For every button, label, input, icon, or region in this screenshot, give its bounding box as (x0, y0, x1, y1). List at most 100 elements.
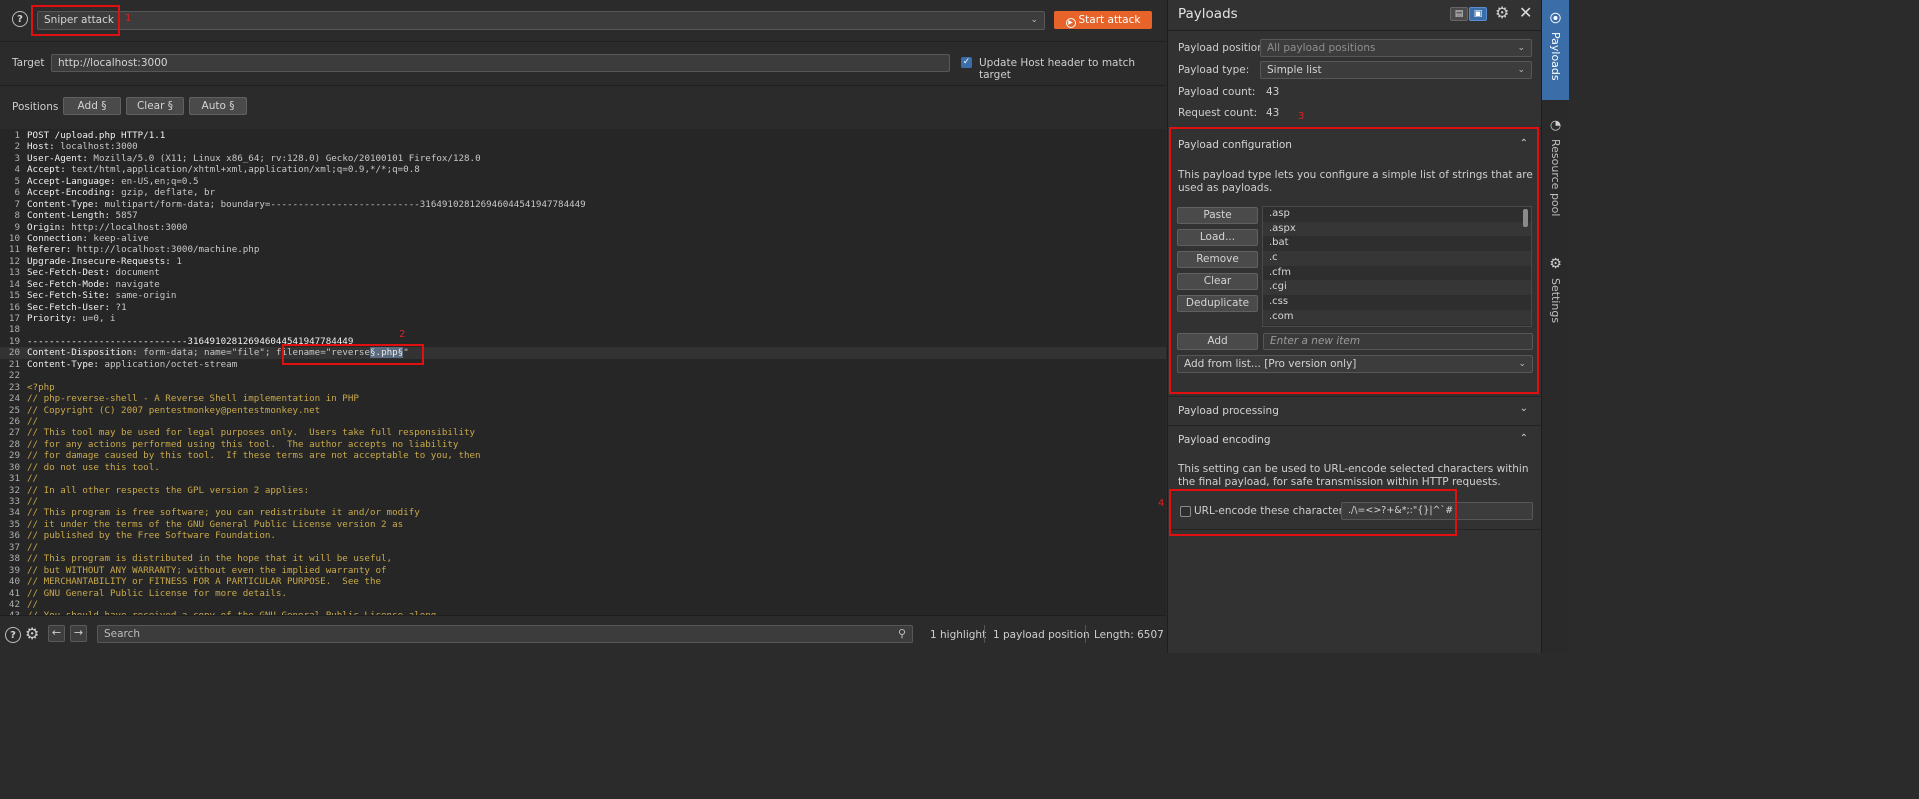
header-value: document (110, 267, 160, 279)
payload-type-select[interactable]: Simple list ⌄ (1260, 61, 1532, 79)
gear-icon[interactable]: ⚙ (25, 624, 39, 643)
header-name: POST /upload.php HTTP/1.1 (27, 130, 166, 141)
split-view-toggle[interactable]: ▣ (1469, 7, 1487, 21)
payload-list-item[interactable]: .aspx (1263, 221, 1531, 237)
code-line: 5 Accept-Language: en-US,en;q=0.5 (0, 176, 1166, 187)
add-marker-button[interactable]: Add § (63, 97, 121, 115)
request-editor[interactable]: 1 POST /upload.php HTTP/1.1 2 Host: localho… (0, 129, 1166, 615)
annotation-box-4 (1169, 489, 1457, 536)
divider (0, 41, 1166, 42)
code-line: 31 // (0, 473, 1166, 484)
line-number: 35 (8, 518, 20, 530)
line-number: 19 (8, 335, 20, 347)
line-text: Origin: http://localhost:3000 (27, 221, 188, 233)
payload-type-label: Payload type: (1178, 64, 1250, 76)
payload-list[interactable]: .asp .aspx .bat .c .cfm .cgi .css .com (1262, 206, 1532, 327)
header-name: Priority (27, 313, 72, 324)
payload-list-item[interactable]: .cgi (1263, 280, 1531, 296)
line-text: POST /upload.php HTTP/1.1 (27, 130, 165, 141)
line-number: 24 (8, 393, 20, 405)
clear-button[interactable]: Clear (1177, 273, 1258, 290)
line-text: // (27, 416, 38, 427)
comment-text: // (27, 541, 39, 553)
payload-processing-section[interactable]: Payload processing ⌄ (1168, 396, 1542, 426)
payload-encoding-description: This setting can be used to URL-encode s… (1178, 463, 1529, 488)
payload-position-value: All payload positions (1267, 42, 1376, 54)
comment-text: // (27, 496, 39, 507)
payload-position-count: 1 payload position (993, 629, 1090, 641)
comment-text: // do not use this tool. (27, 461, 160, 473)
deduplicate-button[interactable]: Deduplicate (1177, 295, 1258, 312)
code-line: 1 POST /upload.php HTTP/1.1 (0, 130, 1166, 141)
line-number: 6 (14, 187, 20, 199)
close-icon[interactable]: ✕ (1519, 3, 1532, 22)
line-number: 28 (8, 438, 20, 450)
forward-button[interactable]: → (70, 625, 87, 642)
payload-encoding-title: Payload encoding (1178, 434, 1271, 446)
new-item-input[interactable]: Enter a new item (1263, 333, 1533, 350)
header-name: Upgrade-Insecure-Requests (27, 255, 166, 267)
payload-list-item[interactable]: .cfm (1263, 266, 1531, 281)
tab-payloads[interactable]: ⦿ Payloads (1542, 0, 1569, 100)
vertical-tab-bar: ⦿ Payloads ◔ Resource pool ⚙ Settings (1541, 0, 1569, 653)
help-icon[interactable]: ? (5, 627, 21, 643)
payload-list-item[interactable]: .asp (1263, 207, 1531, 222)
start-attack-button[interactable]: ▶ Start attack (1054, 11, 1152, 29)
scrollbar[interactable] (1523, 209, 1528, 227)
payload-list-item[interactable]: .css (1263, 295, 1531, 310)
header-name: Sec-Fetch-User (27, 301, 105, 313)
update-host-checkbox[interactable]: ✓ (961, 57, 972, 68)
line-number: 37 (8, 541, 20, 553)
paste-button[interactable]: Paste (1177, 207, 1258, 224)
line-number: 22 (8, 370, 20, 382)
payload-count-value: 43 (1266, 86, 1280, 98)
chevron-down-icon: ⌄ (1517, 43, 1525, 53)
auto-marker-button[interactable]: Auto § (189, 97, 247, 115)
comment-text: // but WITHOUT ANY WARRANTY; without eve… (27, 564, 387, 576)
tab-resource-pool[interactable]: ◔ Resource pool (1542, 112, 1569, 232)
search-input[interactable]: Search ⚲ (97, 625, 913, 643)
annotation-number-2: 2 (399, 329, 406, 340)
header-value: gzip, deflate, br (115, 187, 216, 199)
line-text: Content-Type: multipart/form-data; bound… (27, 198, 586, 210)
add-from-list-select[interactable]: Add from list... [Pro version only] ⌄ (1177, 355, 1533, 373)
code-line: 6 Accept-Encoding: gzip, deflate, br (0, 187, 1166, 198)
load-button[interactable]: Load... (1177, 229, 1258, 246)
payload-list-item[interactable]: .c (1263, 251, 1531, 266)
annotation-box-2 (282, 344, 424, 365)
header-value: form-data; name="file"; (137, 347, 276, 359)
payload-processing-title: Payload processing (1178, 405, 1279, 417)
chevron-up-icon[interactable]: ⌃ (1520, 433, 1528, 444)
line-text: Referer: http://localhost:3000/machine.p… (27, 244, 260, 256)
code-line: 40 // MERCHANTABILITY or FITNESS FOR A PA… (0, 576, 1166, 587)
payload-position-select[interactable]: All payload positions ⌄ (1260, 39, 1532, 57)
help-icon[interactable]: ? (12, 11, 28, 27)
attack-type-select[interactable]: Sniper attack ⌄ (37, 11, 1045, 30)
back-button[interactable]: ← (48, 625, 65, 642)
payload-list-item[interactable]: .bat (1263, 236, 1531, 251)
remove-button[interactable]: Remove (1177, 251, 1258, 268)
comment-text: // In all other respects the GPL version… (27, 484, 310, 496)
line-text: // (27, 473, 38, 484)
tab-settings[interactable]: ⚙ Settings (1542, 250, 1569, 340)
line-number: 23 (8, 381, 20, 393)
line-number: 33 (8, 496, 20, 507)
header-value: multipart/form-data; boundary=----------… (98, 198, 586, 210)
code-line: 42 // (0, 599, 1166, 610)
code-line: 9 Origin: http://localhost:3000 (0, 222, 1166, 233)
target-input[interactable]: http://localhost:3000 (51, 54, 950, 72)
list-view-toggle[interactable]: ▤ (1450, 7, 1468, 21)
line-number: 10 (8, 232, 20, 244)
clear-marker-button[interactable]: Clear § (126, 97, 184, 115)
line-number: 5 (14, 175, 20, 187)
header-name: Host (27, 141, 50, 153)
add-item-button[interactable]: Add (1177, 333, 1258, 350)
divider (0, 85, 1166, 86)
line-number: 34 (8, 507, 20, 519)
payload-list-item[interactable]: .com (1263, 309, 1531, 325)
code-line: 26 // (0, 416, 1166, 427)
gear-icon[interactable]: ⚙ (1495, 3, 1509, 22)
header-name: Accept (27, 164, 61, 176)
code-line: 30 // do not use this tool. (0, 462, 1166, 473)
header-name: Sec-Fetch-Mode (27, 278, 105, 290)
